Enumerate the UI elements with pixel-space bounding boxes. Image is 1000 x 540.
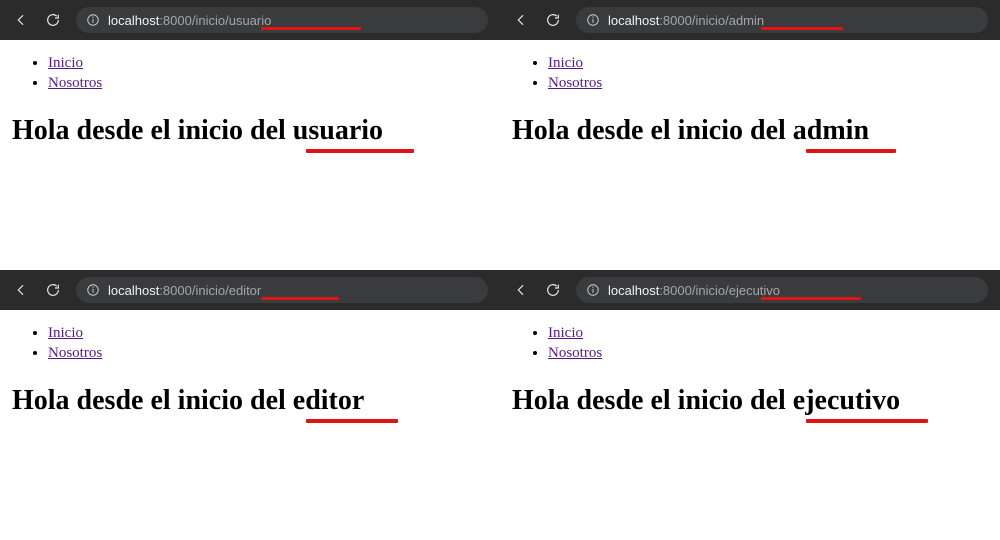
nav-link-inicio[interactable]: Inicio: [48, 55, 83, 71]
list-item: Inicio: [548, 324, 992, 344]
address-bar[interactable]: localhost:8000/inicio/ejecutivo: [576, 277, 988, 303]
url-text: localhost:8000/inicio/admin: [608, 13, 764, 28]
headline-prefix: Hola desde el inicio del: [512, 385, 793, 416]
list-item: Inicio: [548, 54, 992, 74]
list-item: Nosotros: [48, 74, 492, 94]
page-headline: Hola desde el inicio del usuario: [8, 115, 383, 147]
headline-prefix: Hola desde el inicio del: [512, 115, 793, 146]
address-bar[interactable]: localhost:8000/inicio/usuario: [76, 7, 488, 33]
address-bar[interactable]: localhost:8000/inicio/editor: [76, 277, 488, 303]
reload-icon[interactable]: [44, 281, 62, 299]
annotation-underline-icon: [761, 27, 843, 30]
nav-link-nosotros[interactable]: Nosotros: [548, 75, 602, 91]
browser-window-admin: localhost:8000/inicio/admin Inicio Nosot…: [500, 0, 1000, 270]
headline-word: ejecutivo: [793, 385, 900, 416]
page-content: Inicio Nosotros Hola desde el inicio del…: [500, 40, 1000, 270]
list-item: Inicio: [48, 54, 492, 74]
headline-word: admin: [793, 115, 869, 146]
url-text: localhost:8000/inicio/usuario: [108, 13, 271, 28]
back-icon[interactable]: [12, 11, 30, 29]
nav-link-nosotros[interactable]: Nosotros: [548, 345, 602, 361]
page-content: Inicio Nosotros Hola desde el inicio del…: [500, 310, 1000, 540]
back-icon[interactable]: [512, 281, 530, 299]
page-headline: Hola desde el inicio del editor: [8, 385, 364, 417]
list-item: Nosotros: [48, 344, 492, 364]
annotation-underline-icon: [261, 297, 339, 300]
browser-toolbar: localhost:8000/inicio/usuario: [0, 0, 500, 40]
nav-link-inicio[interactable]: Inicio: [548, 325, 583, 341]
annotation-underline-icon: [261, 27, 361, 30]
headline-prefix: Hola desde el inicio del: [12, 115, 293, 146]
reload-icon[interactable]: [544, 281, 562, 299]
annotation-underline-icon: [306, 419, 398, 423]
url-text: localhost:8000/inicio/ejecutivo: [608, 283, 780, 298]
nav-list: Inicio Nosotros: [8, 54, 492, 93]
nav-link-inicio[interactable]: Inicio: [48, 325, 83, 341]
annotation-underline-icon: [806, 149, 896, 153]
page-content: Inicio Nosotros Hola desde el inicio del…: [0, 40, 500, 270]
address-bar[interactable]: localhost:8000/inicio/admin: [576, 7, 988, 33]
page-headline: Hola desde el inicio del ejecutivo: [508, 385, 900, 417]
browser-toolbar: localhost:8000/inicio/editor: [0, 270, 500, 310]
list-item: Nosotros: [548, 74, 992, 94]
page-content: Inicio Nosotros Hola desde el inicio del…: [0, 310, 500, 540]
url-text: localhost:8000/inicio/editor: [108, 283, 261, 298]
list-item: Inicio: [48, 324, 492, 344]
annotation-underline-icon: [806, 419, 928, 423]
browser-window-usuario: localhost:8000/inicio/usuario Inicio Nos…: [0, 0, 500, 270]
headline-word: usuario: [293, 115, 383, 146]
info-icon: [586, 283, 600, 297]
headline-prefix: Hola desde el inicio del: [12, 385, 293, 416]
nav-list: Inicio Nosotros: [508, 324, 992, 363]
annotation-underline-icon: [761, 297, 861, 300]
browser-window-ejecutivo: localhost:8000/inicio/ejecutivo Inicio N…: [500, 270, 1000, 540]
nav-list: Inicio Nosotros: [8, 324, 492, 363]
back-icon[interactable]: [512, 11, 530, 29]
back-icon[interactable]: [12, 281, 30, 299]
browser-toolbar: localhost:8000/inicio/ejecutivo: [500, 270, 1000, 310]
nav-link-nosotros[interactable]: Nosotros: [48, 345, 102, 361]
reload-icon[interactable]: [44, 11, 62, 29]
info-icon: [586, 13, 600, 27]
annotation-underline-icon: [306, 149, 414, 153]
browser-toolbar: localhost:8000/inicio/admin: [500, 0, 1000, 40]
nav-link-nosotros[interactable]: Nosotros: [48, 75, 102, 91]
reload-icon[interactable]: [544, 11, 562, 29]
info-icon: [86, 13, 100, 27]
page-headline: Hola desde el inicio del admin: [508, 115, 869, 147]
browser-window-editor: localhost:8000/inicio/editor Inicio Noso…: [0, 270, 500, 540]
list-item: Nosotros: [548, 344, 992, 364]
headline-word: editor: [293, 385, 365, 416]
info-icon: [86, 283, 100, 297]
nav-list: Inicio Nosotros: [508, 54, 992, 93]
nav-link-inicio[interactable]: Inicio: [548, 55, 583, 71]
